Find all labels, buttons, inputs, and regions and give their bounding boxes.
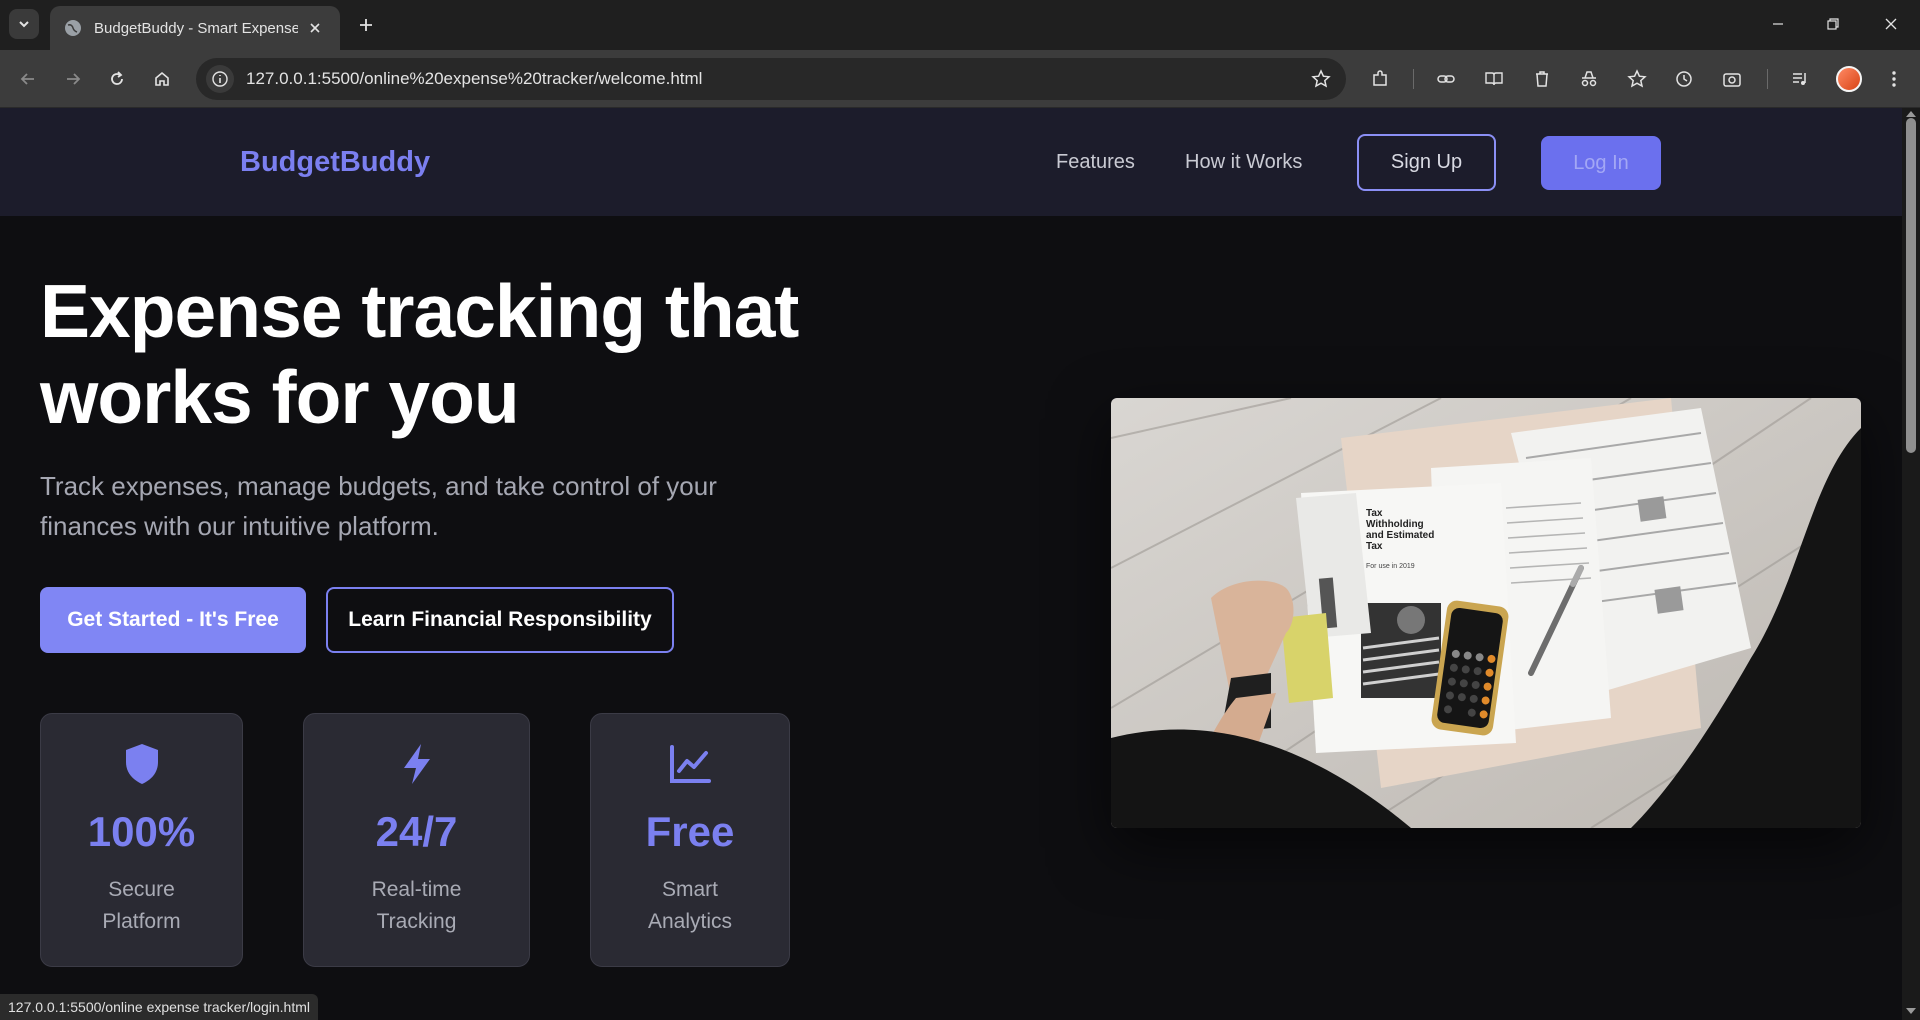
hero-title-line-2: works for you: [40, 355, 520, 439]
trash-icon[interactable]: [1528, 65, 1556, 93]
sign-up-button[interactable]: Sign Up: [1357, 134, 1496, 191]
stat-card-analytics: Free Smart Analytics: [590, 713, 790, 967]
get-started-button[interactable]: Get Started - It's Free: [40, 587, 306, 653]
tab-search-button[interactable]: [9, 9, 39, 39]
forward-button[interactable]: [58, 64, 88, 94]
page-scrollbar[interactable]: [1902, 108, 1920, 1020]
back-button[interactable]: [13, 64, 43, 94]
scroll-down-arrow[interactable]: [1906, 1008, 1916, 1014]
minimize-icon: [1773, 23, 1783, 25]
status-bar-url: 127.0.0.1:5500/online expense tracker/lo…: [0, 994, 318, 1020]
browser-tab[interactable]: BudgetBuddy - Smart Expense T: [50, 6, 340, 50]
chevron-down-icon: [19, 21, 29, 28]
browser-toolbar: 127.0.0.1:5500/online%20expense%20tracke…: [0, 50, 1920, 108]
extensions-icon[interactable]: [1366, 65, 1394, 93]
link-icon[interactable]: [1432, 65, 1460, 93]
learn-financial-responsibility-button[interactable]: Learn Financial Responsibility: [326, 587, 674, 653]
hero-subtitle: Track expenses, manage budgets, and take…: [40, 471, 717, 541]
favorites-icon[interactable]: [1623, 65, 1651, 93]
stat-label: Secure Platform: [102, 878, 181, 933]
new-tab-button[interactable]: [352, 11, 380, 39]
media-control-icon[interactable]: [1786, 65, 1814, 93]
history-icon[interactable]: [1670, 65, 1698, 93]
form-title-line-1: Tax: [1366, 508, 1383, 519]
arrow-left-icon: [20, 73, 34, 85]
scroll-up-arrow[interactable]: [1906, 111, 1916, 117]
chart-line-icon: [668, 742, 712, 786]
stat-card-secure: 100% Secure Platform: [40, 713, 243, 967]
stat-card-realtime: 24/7 Real-time Tracking: [303, 713, 530, 967]
menu-kebab-icon[interactable]: [1880, 65, 1908, 93]
reading-mode-icon[interactable]: [1480, 65, 1508, 93]
site-navbar: BudgetBuddy Features How it Works Sign U…: [0, 108, 1902, 216]
form-title-line-4: Tax: [1366, 541, 1383, 552]
web-page: BudgetBuddy Features How it Works Sign U…: [0, 108, 1902, 1020]
stat-value: Free: [645, 808, 735, 855]
nav-link-features[interactable]: Features: [1056, 151, 1135, 174]
hero-photo-tax-documents: Tax Withholding and Estimated Tax For us…: [1111, 398, 1861, 828]
plus-icon: [360, 19, 372, 31]
close-tab-icon[interactable]: [304, 17, 326, 39]
reload-button[interactable]: [102, 64, 132, 94]
stat-label: Real-time Tracking: [371, 878, 462, 933]
scrollbar-thumb[interactable]: [1906, 118, 1916, 453]
lightning-icon: [395, 742, 439, 786]
stat-label: Smart Analytics: [647, 878, 733, 933]
stat-value: 100%: [87, 808, 196, 855]
close-window-button[interactable]: [1868, 6, 1914, 42]
globe-icon: [65, 20, 81, 36]
browser-tabbar: BudgetBuddy - Smart Expense T: [0, 0, 1920, 50]
form-title-line-2: Withholding: [1366, 519, 1424, 530]
hero-title: Expense tracking that works for you: [40, 268, 860, 440]
address-bar[interactable]: 127.0.0.1:5500/online%20expense%20tracke…: [196, 58, 1346, 100]
url-text[interactable]: 127.0.0.1:5500/online%20expense%20tracke…: [246, 69, 1308, 89]
home-icon: [155, 71, 169, 86]
restore-icon: [1827, 18, 1839, 30]
shield-icon: [120, 742, 164, 786]
restore-button[interactable]: [1810, 6, 1856, 42]
nav-link-how-it-works[interactable]: How it Works: [1185, 151, 1302, 174]
minimize-button[interactable]: [1755, 6, 1801, 42]
stat-value: 24/7: [375, 808, 458, 855]
profile-avatar[interactable]: [1836, 66, 1862, 92]
bookmark-star-icon[interactable]: [1308, 66, 1334, 92]
brand-logo[interactable]: BudgetBuddy: [240, 146, 430, 179]
log-in-button[interactable]: Log In: [1541, 136, 1661, 190]
close-icon: [1885, 18, 1897, 30]
incognito-icon[interactable]: [1575, 65, 1603, 93]
form-title-line-3: and Estimated: [1366, 530, 1434, 541]
site-info-icon[interactable]: [206, 65, 234, 93]
form-year: For use in 2019: [1366, 563, 1415, 570]
hero-title-line-1: Expense tracking that: [40, 269, 799, 353]
home-button[interactable]: [147, 64, 177, 94]
tab-title: BudgetBuddy - Smart Expense T: [94, 19, 298, 37]
screenshot-icon[interactable]: [1718, 65, 1746, 93]
arrow-right-icon: [67, 73, 81, 85]
reload-icon: [111, 71, 123, 85]
